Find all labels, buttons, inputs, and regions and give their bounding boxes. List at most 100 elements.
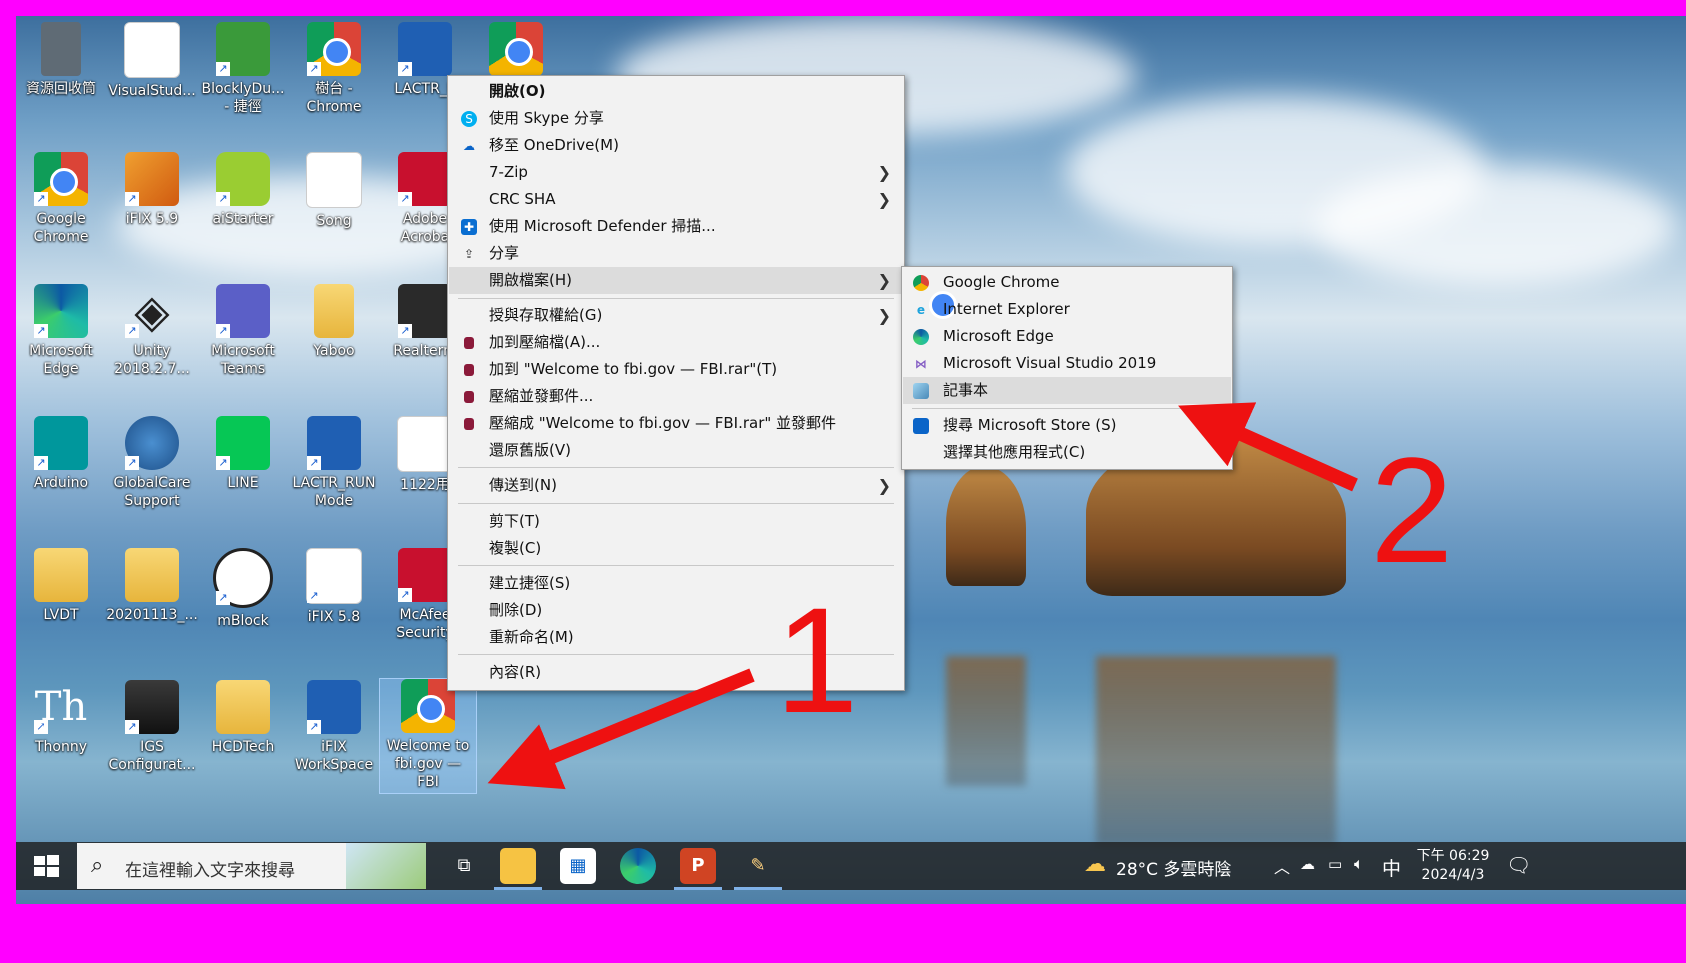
menu-item-copy[interactable]: 複製(C)	[449, 535, 903, 562]
task-view-icon[interactable]: ⧉	[446, 848, 482, 884]
active-app-indicator	[674, 887, 722, 890]
active-app-indicator	[734, 887, 782, 890]
annotation-number-2: 2	[1370, 426, 1454, 594]
file-explorer-icon[interactable]	[500, 848, 536, 884]
desktop-icon-aistarter[interactable]: ↗ aiStarter	[195, 152, 291, 228]
desktop-icon-arduino[interactable]: ↗ Arduino	[16, 416, 109, 492]
mcafee-icon: ↗	[398, 548, 452, 602]
menu-item-compress-email[interactable]: 壓縮並發郵件...	[449, 383, 903, 410]
desktop-icon-yaboo[interactable]: Yaboo	[286, 284, 382, 360]
menu-divider	[912, 408, 1222, 409]
chevron-right-icon: ❯	[877, 190, 891, 209]
desktop-icon-ifix-58[interactable]: ↗ iFIX 5.8	[286, 548, 382, 626]
windows-logo-icon	[34, 855, 59, 877]
menu-item-open-with[interactable]: 開啟檔案(H) ❯	[449, 267, 903, 294]
thonny-icon: Th ↗	[34, 684, 88, 734]
menu-item-add-archive[interactable]: 加到壓縮檔(A)...	[449, 329, 903, 356]
open-with-ie[interactable]: e Internet Explorer	[903, 296, 1231, 323]
desktop-icon-ifix-59[interactable]: ↗ iFIX 5.9	[104, 152, 200, 228]
notification-center-icon[interactable]: 🗨︎	[1506, 853, 1531, 877]
desktop-icon-igs[interactable]: ↗ IGS Configurat...	[104, 680, 200, 774]
document-icon	[124, 22, 180, 78]
search-icon: ⌕	[91, 853, 104, 878]
volume-icon[interactable]: 🔈︎	[1354, 854, 1364, 874]
desktop-icon-chrome-profile[interactable]: ↗ 樹台 - Chrome	[286, 22, 382, 116]
desktop-icon-hcdtech[interactable]: HCDTech	[195, 680, 291, 756]
active-app-indicator	[494, 887, 542, 890]
teams-icon: ↗	[216, 284, 270, 338]
chrome-icon	[913, 275, 957, 319]
desktop-icon-visualstudio[interactable]: VisualStud...	[104, 22, 200, 100]
start-button[interactable]	[32, 852, 60, 880]
edge-icon[interactable]	[620, 848, 656, 884]
powerpoint-icon[interactable]: P	[680, 848, 716, 884]
ifix-icon: ↗	[125, 152, 179, 206]
chevron-right-icon: ❯	[877, 476, 891, 495]
desktop-icon-song[interactable]: Song	[286, 152, 382, 230]
menu-item-add-to-rar[interactable]: 加到 "Welcome to fbi.gov — FBI.rar"(T)	[449, 356, 903, 383]
desktop-icon-lactr-run[interactable]: ↗ LACTR_RUN Mode	[286, 416, 382, 510]
document-icon	[397, 416, 453, 472]
desktop-icon-mblock[interactable]: ↗ mBlock	[195, 548, 291, 630]
document-icon	[306, 152, 362, 208]
desktop-icon-microsoft-edge[interactable]: ↗ Microsoft Edge	[16, 284, 109, 378]
globalcare-icon: ↗	[125, 416, 179, 470]
desktop-icon-chrome-top[interactable]	[468, 22, 564, 80]
weather-text[interactable]: 28°C 多雲時陰	[1116, 855, 1231, 880]
desktop-icon-teams[interactable]: ↗ Microsoft Teams	[195, 284, 291, 378]
desktop-icon-line[interactable]: ↗ LINE	[195, 416, 291, 492]
wallpaper-reflection	[1096, 656, 1336, 846]
open-with-visual-studio[interactable]: ⋈ Microsoft Visual Studio 2019	[903, 350, 1231, 377]
desktop-icon-thonny[interactable]: Th ↗ Thonny	[16, 680, 109, 756]
desktop-icon-unity[interactable]: ◈ ↗ Unity 2018.2.7...	[104, 284, 200, 378]
realterm-icon: ↗	[398, 284, 452, 338]
menu-item-onedrive[interactable]: ☁ 移至 OneDrive(M)	[449, 132, 903, 159]
menu-item-skype-share[interactable]: S 使用 Skype 分享	[449, 105, 903, 132]
desktop-icon-recycle-bin[interactable]: 資源回收筒	[16, 22, 109, 98]
onedrive-tray-icon[interactable]: ☁	[1300, 855, 1315, 873]
open-with-notepad[interactable]: 記事本	[903, 377, 1231, 404]
ifix-workspace-icon: ↗	[307, 680, 361, 734]
chrome-profile-icon: ↗	[307, 22, 361, 76]
ime-indicator[interactable]: 中	[1382, 854, 1401, 881]
desktop-icon-20201113[interactable]: 20201113_...	[104, 548, 200, 624]
wallpaper-reflection	[946, 656, 1026, 786]
desktop-icon-lvdt[interactable]: LVDT	[16, 548, 109, 624]
desktop-icon-globalcare[interactable]: ↗ GlobalCare Support	[104, 416, 200, 510]
open-with-choose-other[interactable]: 選擇其他應用程式(C)	[903, 439, 1231, 466]
desktop-icon-ifix-workspace[interactable]: ↗ iFIX WorkSpace	[286, 680, 382, 774]
chevron-up-icon[interactable]: ︿	[1274, 854, 1290, 878]
winrar-icon	[464, 364, 474, 376]
menu-item-open[interactable]: 開啟(O)	[449, 78, 903, 105]
unity-icon: ◈ ↗	[125, 284, 179, 338]
search-highlight-image	[346, 843, 426, 889]
desktop-icon-welcome-fbi-selected[interactable]: Welcome to fbi.gov — FBI	[379, 678, 477, 794]
pdf-folder-icon	[125, 548, 179, 602]
winrar-icon	[464, 391, 474, 403]
menu-item-7zip[interactable]: 7-Zip ❯	[449, 159, 903, 186]
clock-time[interactable]: 下午 06:29	[1412, 845, 1494, 865]
ie-icon: e	[916, 303, 926, 317]
menu-item-compress-rar-email[interactable]: 壓縮成 "Welcome to fbi.gov — FBI.rar" 並發郵件	[449, 410, 903, 437]
paint-icon[interactable]: ✎	[740, 848, 776, 884]
menu-item-give-access[interactable]: 授與存取權給(G) ❯	[449, 302, 903, 329]
desktop-icon-blockly[interactable]: ↗ BlocklyDu... - 捷徑	[195, 22, 291, 116]
chrome-icon	[489, 22, 543, 76]
menu-item-cut[interactable]: 剪下(T)	[449, 508, 903, 535]
network-icon[interactable]: ▭	[1328, 855, 1342, 873]
open-with-store-search[interactable]: 搜尋 Microsoft Store (S)	[903, 412, 1231, 439]
menu-item-restore-previous[interactable]: 還原舊版(V)	[449, 437, 903, 464]
menu-item-share[interactable]: ⇪ 分享	[449, 240, 903, 267]
weather-cloud-icon: ☁	[1084, 852, 1106, 877]
microsoft-store-icon[interactable]: ▦	[560, 848, 596, 884]
menu-item-send-to[interactable]: 傳送到(N) ❯	[449, 472, 903, 499]
taskbar-search-box[interactable]: ⌕ 在這裡輸入文字來搜尋	[77, 843, 426, 889]
open-with-edge[interactable]: Microsoft Edge	[903, 323, 1231, 350]
menu-item-crc-sha[interactable]: CRC SHA ❯	[449, 186, 903, 213]
open-with-chrome[interactable]: Google Chrome	[903, 269, 1231, 319]
desktop-icon-google-chrome[interactable]: ↗ Google Chrome	[16, 152, 109, 246]
clock-date[interactable]: 2024/4/3	[1412, 867, 1494, 883]
menu-item-defender-scan[interactable]: ✚ 使用 Microsoft Defender 掃描...	[449, 213, 903, 240]
blockly-icon: ↗	[216, 22, 270, 76]
onedrive-icon: ☁	[463, 139, 475, 153]
